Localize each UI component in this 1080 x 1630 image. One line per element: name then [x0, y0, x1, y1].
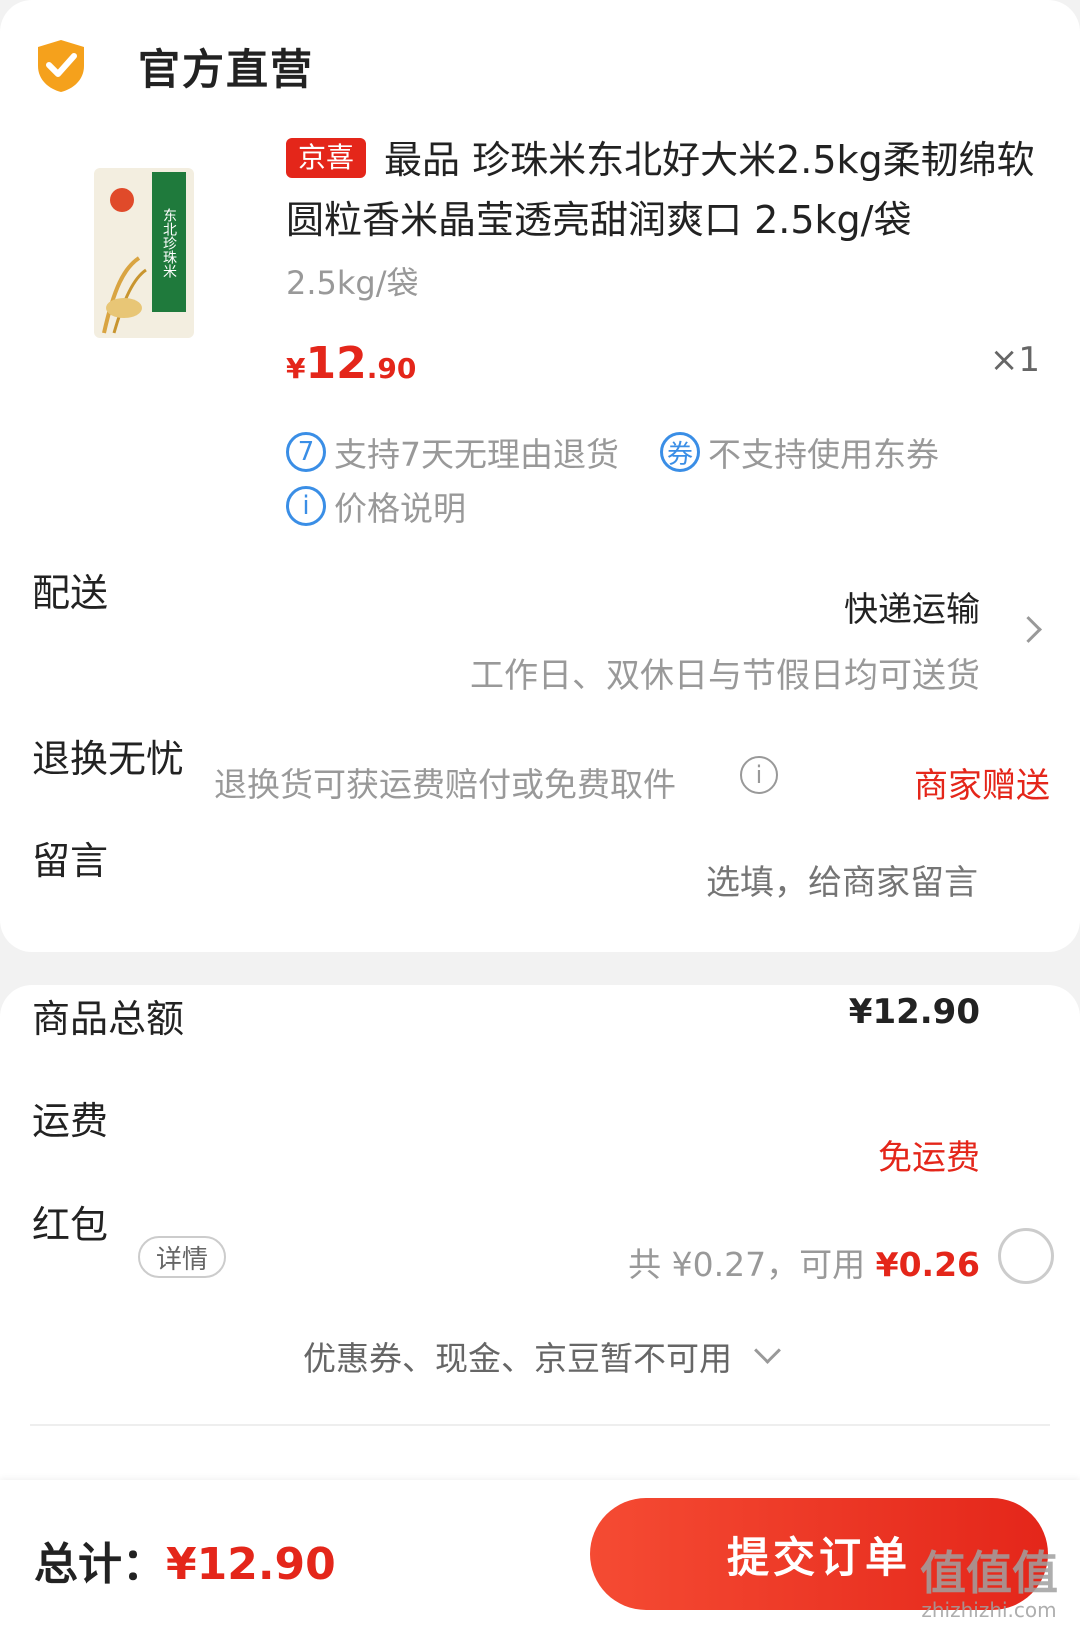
- redpack-detail-button[interactable]: 详情: [138, 1236, 226, 1278]
- info-icon: i: [286, 486, 326, 526]
- chevron-down-icon: [754, 1337, 781, 1364]
- product-quantity: ×1: [989, 340, 1040, 380]
- delivery-note[interactable]: 工作日、双休日与节假日均可送货: [470, 648, 980, 697]
- total-amount: ¥12.90: [166, 1539, 336, 1590]
- goods-total-amount: ¥12.90: [848, 992, 980, 1032]
- returns-label: 退换无忧: [32, 737, 185, 781]
- redpack-info: 共 ¥0.27，可用 ¥0.26: [628, 1238, 980, 1286]
- total-label: 总计：: [34, 1539, 166, 1590]
- bag-label: 东北珍珠米: [161, 208, 177, 278]
- redpack-radio[interactable]: [998, 1228, 1054, 1284]
- service-seven-day-return[interactable]: 7 支持7天无理由退货: [286, 428, 619, 476]
- service-no-coupon[interactable]: 券 不支持使用东券: [660, 428, 939, 476]
- returns-note: 退换货可获运费赔付或免费取件: [214, 765, 676, 804]
- returns-gift: 商家赠送: [914, 766, 1050, 806]
- shield-check-icon: [38, 40, 84, 92]
- unavailable-toggle[interactable]: 优惠券、现金、京豆暂不可用: [0, 1332, 1080, 1380]
- price-summary-card: [0, 985, 1080, 1485]
- message-input[interactable]: [576, 862, 980, 904]
- divider: [30, 1424, 1050, 1426]
- service-price-explanation[interactable]: i 价格说明: [286, 482, 466, 530]
- order-total: 总计：¥12.90: [34, 1528, 336, 1592]
- product-price: ¥12.90: [286, 338, 416, 389]
- redpack-label: 红包: [32, 1203, 109, 1247]
- message-label: 留言: [32, 839, 109, 883]
- no-coupon-icon: 券: [660, 432, 700, 472]
- price-integer: 12: [305, 338, 367, 389]
- chevron-right-icon[interactable]: [1015, 616, 1042, 643]
- goods-total-label: 商品总额: [32, 997, 185, 1041]
- seven-day-return-icon: 7: [286, 432, 326, 472]
- jingxi-tag: 京喜: [286, 138, 367, 178]
- price-currency: ¥: [286, 352, 306, 385]
- info-circle-icon[interactable]: i: [740, 756, 778, 794]
- site-watermark: 值值值 zhizhizhi.com: [920, 1550, 1058, 1620]
- shipping-label: 运费: [32, 1099, 109, 1143]
- checkout-bar: 总计：¥12.90 提交订单 值值值 zhizhizhi.com: [0, 1480, 1080, 1630]
- product-title[interactable]: 京喜 最品 珍珠米东北好大米2.5kg柔韧绵软圆粒香米晶莹透亮甜润爽口 2.5kg…: [286, 130, 1056, 250]
- service-label: 价格说明: [334, 489, 466, 528]
- order-store-card: 官方直营 东北珍珠米 京喜 最品 珍珠米东北好大米2.5kg柔韧绵软圆粒香米晶莹透…: [0, 0, 1080, 952]
- rice-bag-icon: 东北珍珠米: [94, 168, 194, 338]
- shipping-value: 免运费: [878, 1138, 980, 1178]
- delivery-label: 配送: [32, 571, 109, 615]
- store-name: 官方直营: [138, 44, 315, 94]
- product-title-text: 最品 珍珠米东北好大米2.5kg柔韧绵软圆粒香米晶莹透亮甜润爽口 2.5kg/袋: [286, 138, 1035, 242]
- redpack-total: 共 ¥0.27，可用: [628, 1245, 876, 1284]
- price-decimal: .90: [366, 352, 417, 385]
- store-header[interactable]: 官方直营: [34, 36, 314, 96]
- service-label: 不支持使用东券: [708, 435, 939, 474]
- product-spec: 2.5kg/袋: [286, 264, 419, 302]
- unavailable-text: 优惠券、现金、京豆暂不可用: [303, 1339, 732, 1378]
- watermark-sub: zhizhizhi.com: [921, 1598, 1057, 1622]
- delivery-method[interactable]: 快递运输: [844, 582, 980, 631]
- product-image[interactable]: 东北珍珠米: [84, 158, 224, 348]
- watermark-main: 值值值: [920, 1546, 1058, 1600]
- service-label: 支持7天无理由退货: [334, 435, 619, 474]
- redpack-usable: ¥0.26: [875, 1245, 980, 1284]
